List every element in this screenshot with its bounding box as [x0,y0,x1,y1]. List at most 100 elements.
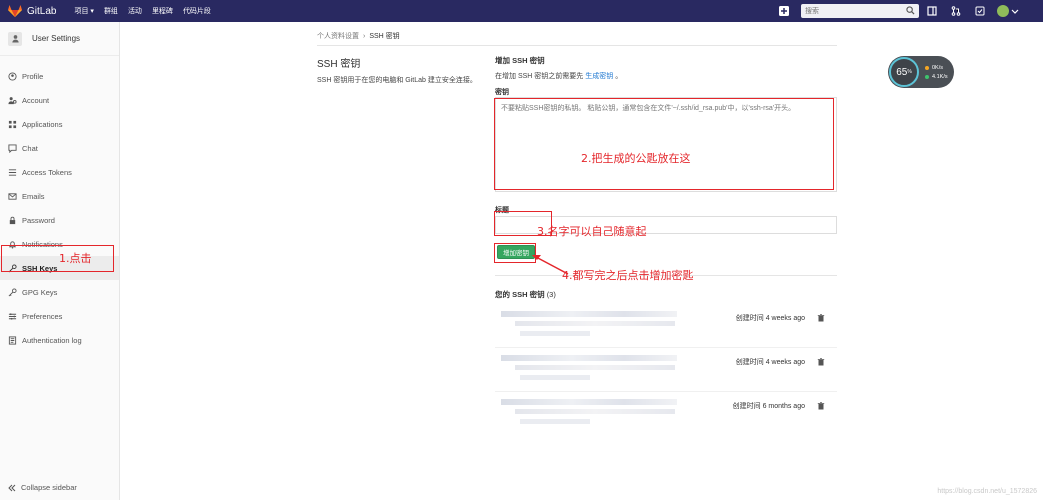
sidebar-item-label: Profile [22,71,44,81]
upload-rate: 0K/s [925,65,948,71]
hint-suffix: 。 [615,73,623,80]
add-key-title: 增加 SSH 密钥 [495,56,545,65]
new-item-button[interactable] [773,0,795,22]
annotation-step2: 2.把生成的公匙放在这 [581,152,691,165]
blurred-key-fingerprint [515,321,675,326]
hint-text: 在增加 SSH 密钥之前需要先 [495,73,584,80]
gitlab-fox-icon [8,5,22,17]
nav-right [773,0,1043,22]
key-created-time: 创建时间 4 weeks ago [735,315,805,322]
breadcrumb-separator-icon: › [363,32,366,40]
annotation-box-ssh-keys [1,245,114,272]
lock-icon [9,216,16,224]
breadcrumb-current[interactable]: SSH 密钥 [369,31,399,41]
divider [495,391,837,392]
applications-icon [8,120,17,128]
speed-rates: 0K/s 4.1K/s [925,65,948,80]
merge-request-icon [951,6,961,16]
nav-link-groups[interactable]: 群组 [104,6,118,16]
sidebar-item-label: Access Tokens [22,167,72,177]
page-title: SSH 密钥 [317,59,361,70]
add-key-form: 增加 SSH 密钥 在增加 SSH 密钥之前需要先 生成密钥 。 密钥 标题 增… [495,55,837,424]
search-input[interactable] [801,4,919,18]
download-dot-icon [925,74,929,79]
add-key-hint: 在增加 SSH 密钥之前需要先 生成密钥 。 [495,71,837,81]
gitlab-logo[interactable]: GitLab [8,5,56,17]
sidebar-item-label: Account [22,95,50,105]
log-icon [8,335,17,345]
sidebar-item-label: GPG Keys [22,287,58,297]
keys-list-label: 您的 SSH 密钥 [495,290,545,299]
sidebar-header: User Settings [0,22,119,56]
sidebar-item-account[interactable]: Account [0,88,119,112]
sidebar-item-password[interactable]: Password [0,208,119,232]
blurred-key-name [501,399,677,405]
trash-icon[interactable] [817,358,825,366]
sidebar-item-preferences[interactable]: Preferences [0,304,119,328]
trash-icon[interactable] [817,402,825,410]
annotation-step1: 1.点击 [59,252,92,265]
nav-link-snippets[interactable]: 代码片段 [183,6,211,16]
gauge-percent: 65 [896,66,908,78]
email-icon [8,192,17,200]
chat-icon [8,143,17,153]
cpu-gauge: 65% [889,57,919,87]
double-chevron-left-icon [8,484,16,491]
search-icon [906,6,915,15]
todo-sidebar-button[interactable] [921,0,943,22]
account-icon [8,96,17,104]
breadcrumb-parent[interactable]: 个人资料设置 [317,31,359,41]
blurred-key-name [501,355,677,361]
key-created-time: 创建时间 6 months ago [732,403,805,410]
download-rate-value: 4.1K/s [932,73,948,80]
key-row[interactable]: 创建时间 4 weeks ago [495,349,837,392]
merge-requests-button[interactable] [945,0,967,22]
sidebar-item-access-tokens[interactable]: Access Tokens [0,160,119,184]
generate-key-link[interactable]: 生成密钥 [585,73,613,80]
nav-link-milestones[interactable]: 里程碑 [152,6,173,16]
sidebar-item-label: Emails [22,191,45,201]
annotation-box-key [494,98,834,190]
key-row[interactable]: 创建时间 6 months ago [495,393,837,433]
divider [495,347,837,348]
blurred-key-fingerprint [520,331,590,336]
download-rate: 4.1K/s [925,74,948,80]
sidebar-item-label: Preferences [22,311,63,321]
sidebar-item-applications[interactable]: Applications [0,112,119,136]
network-speed-widget[interactable]: 65% 0K/s 4.1K/s [888,56,954,88]
divider [317,45,837,46]
collapse-sidebar-button[interactable]: Collapse sidebar [8,483,77,492]
sidebar-item-label: Chat [22,143,38,153]
blurred-key-fingerprint [515,409,675,414]
brand-name: GitLab [27,5,57,17]
sidebar-title: User Settings [32,34,81,43]
sidebar-item-profile[interactable]: Profile [0,64,119,88]
todos-button[interactable] [969,0,991,22]
sidebar-item-label: Authentication log [22,335,82,345]
blurred-key-name [501,311,677,317]
user-icon [8,31,22,46]
user-avatar[interactable] [997,5,1009,17]
key-created-time: 创建时间 4 weeks ago [735,359,805,366]
blurred-key-fingerprint [520,419,590,424]
annotation-step4: 4.都写完之后点击增加密匙 [562,269,694,282]
keys-list-title: 您的 SSH 密钥 (3) [495,289,556,300]
sidebar-item-gpg-keys[interactable]: GPG Keys [0,280,119,304]
nav-link-projects[interactable]: 项目 ▾ [74,6,93,16]
sidebar-item-authentication-log[interactable]: Authentication log [0,328,119,352]
key-icon [8,287,17,296]
nav-link-activity[interactable]: 活动 [128,6,142,16]
token-icon [8,168,17,176]
top-navbar: GitLab 项目 ▾ 群组 活动 里程碑 代码片段 [0,0,1043,22]
blurred-key-fingerprint [515,365,675,370]
chevron-down-icon[interactable] [1011,7,1019,15]
plus-icon [779,6,789,16]
trash-icon[interactable] [817,314,825,322]
key-row[interactable]: 创建时间 4 weeks ago [495,305,837,348]
sidebar-item-chat[interactable]: Chat [0,136,119,160]
search-box[interactable] [801,4,919,18]
page-description: SSH 密钥用于在您的电脑和 GitLab 建立安全连接。 [317,77,477,84]
sidebar-item-emails[interactable]: Emails [0,184,119,208]
sidebar-item-label: Password [22,215,55,225]
blurred-key-fingerprint [520,375,590,380]
